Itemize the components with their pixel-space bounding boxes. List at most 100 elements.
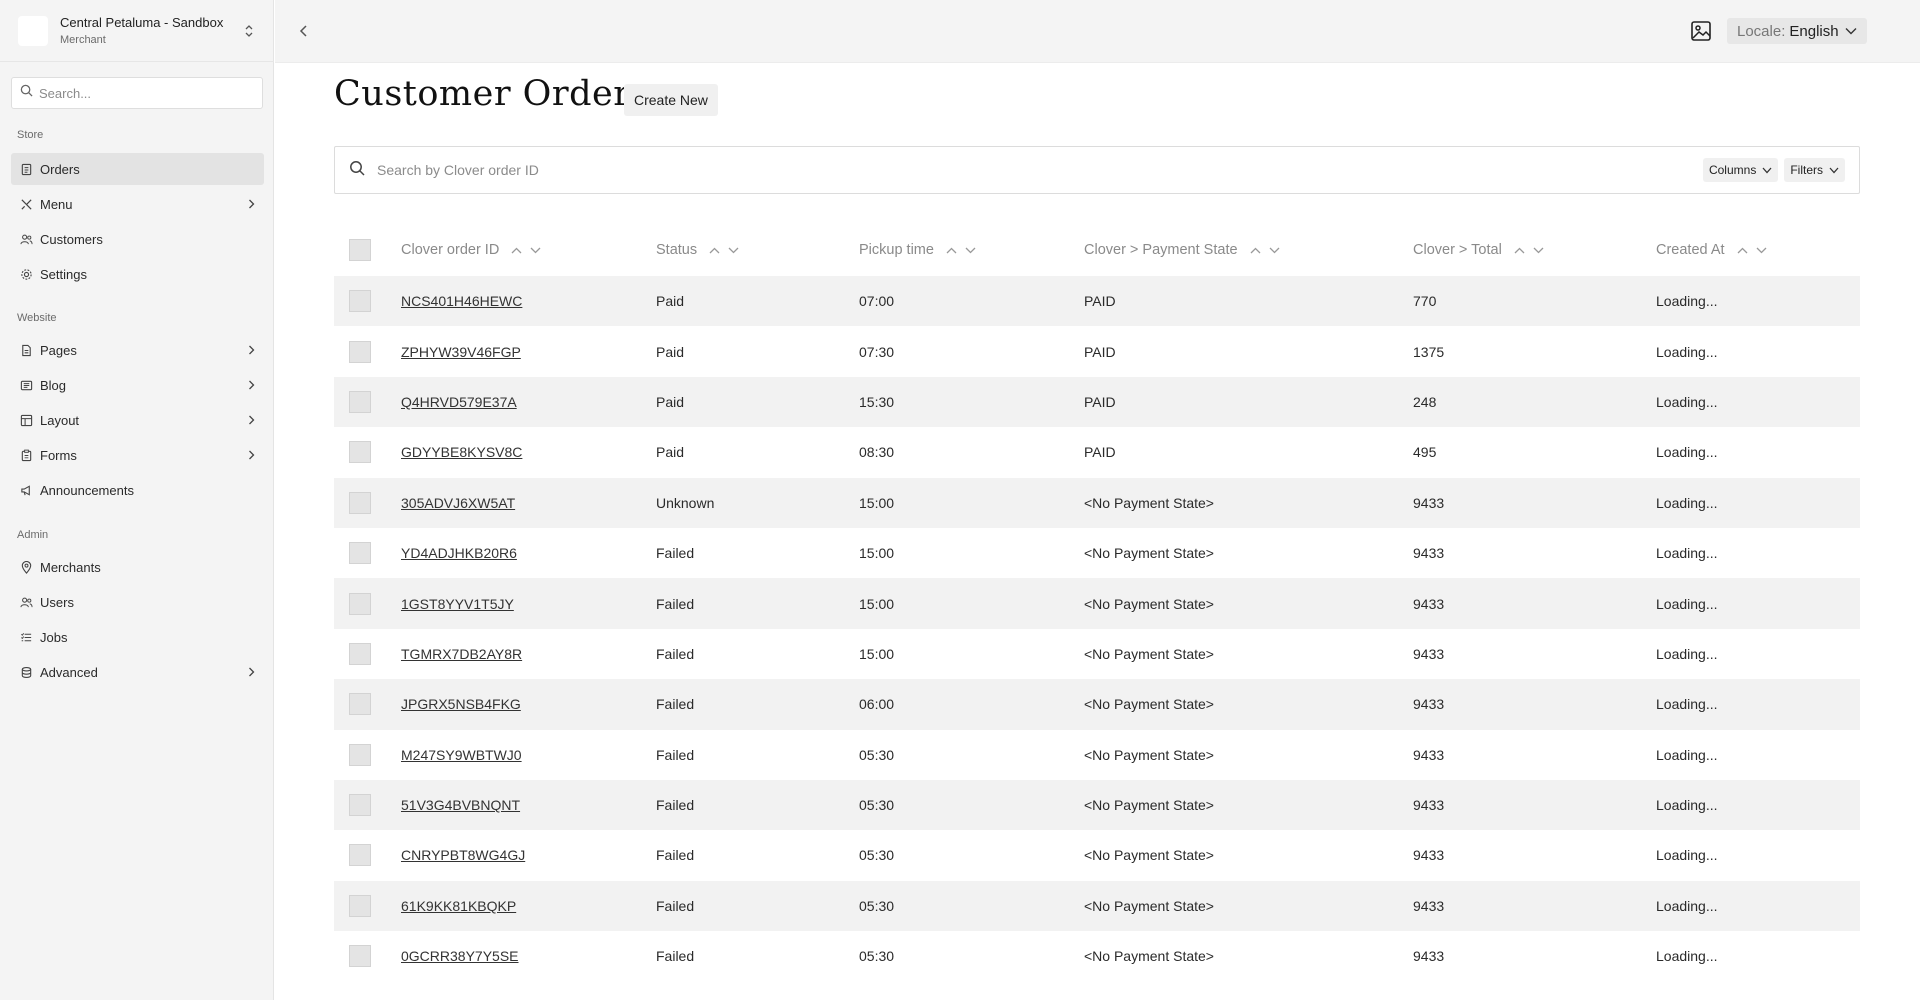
sort-ascending-icon[interactable] xyxy=(1737,247,1748,254)
sidebar-item-announcements[interactable]: Announcements xyxy=(11,474,264,506)
row-checkbox[interactable] xyxy=(349,894,371,917)
cell-clover-order-id[interactable]: NCS401H46HEWC xyxy=(401,293,522,309)
sidebar-item-blog[interactable]: Blog xyxy=(11,369,264,401)
row-checkbox[interactable] xyxy=(349,743,371,766)
table-row[interactable]: NCS401H46HEWC Paid 07:00 PAID 770 Loading... xyxy=(334,276,1860,327)
cell-status: Paid xyxy=(656,293,685,310)
sidebar-item-orders[interactable]: Orders xyxy=(11,153,264,185)
table-row[interactable]: YD4ADJHKB20R6 Failed 15:00 <No Payment Stat… xyxy=(334,528,1860,578)
sort-ascending-icon[interactable] xyxy=(709,247,720,254)
cell-clover-order-id[interactable]: CNRYPBT8WG4GJ xyxy=(401,847,525,863)
row-checkbox[interactable] xyxy=(349,390,371,413)
sidebar-item-jobs[interactable]: Jobs xyxy=(11,621,264,653)
sort-descending-icon[interactable] xyxy=(1269,247,1280,254)
column-header-total[interactable]: Clover > Total xyxy=(1413,224,1552,276)
row-checkbox[interactable] xyxy=(349,693,371,716)
table-row[interactable]: 0GCRR38Y7Y5SE Failed 05:30 <No Payment Stat… xyxy=(334,931,1860,981)
column-header-status[interactable]: Status xyxy=(656,224,747,276)
sidebar-item-merchants[interactable]: Merchants xyxy=(11,551,264,583)
row-checkbox[interactable] xyxy=(349,340,371,363)
order-search[interactable]: Columns Filters xyxy=(334,146,1860,194)
sidebar-item-settings[interactable]: Settings xyxy=(11,258,264,290)
cell-clover-order-id[interactable]: TGMRX7DB2AY8R xyxy=(401,646,522,662)
filters-button[interactable]: Filters xyxy=(1784,158,1845,182)
table-row[interactable]: ZPHYW39V46FGP Paid 07:30 PAID 1375 Loading... xyxy=(334,326,1860,376)
row-checkbox[interactable] xyxy=(349,592,371,615)
column-header-pickup-time[interactable]: Pickup time xyxy=(859,224,984,276)
megaphone-icon xyxy=(19,483,33,497)
table-row[interactable]: 51V3G4BVBNQNT Failed 05:30 <No Payment Stat… xyxy=(334,779,1860,831)
row-checkbox[interactable] xyxy=(349,491,371,514)
sidebar-item-label: Layout xyxy=(40,412,80,428)
chevron-up-down-icon[interactable] xyxy=(242,21,256,41)
sort-descending-icon[interactable] xyxy=(1533,247,1544,254)
sort-descending-icon[interactable] xyxy=(965,247,976,254)
sidebar-search[interactable] xyxy=(11,77,263,109)
columns-button[interactable]: Columns xyxy=(1702,158,1779,182)
cell-payment-state: <No Payment State> xyxy=(1084,545,1214,562)
row-checkbox[interactable] xyxy=(349,794,371,817)
sidebar-item-advanced[interactable]: Advanced xyxy=(11,656,264,688)
cell-clover-order-id[interactable]: Q4HRVD579E37A xyxy=(401,394,517,410)
cell-clover-order-id[interactable]: 1GST8YYV1T5JY xyxy=(401,596,514,612)
cell-pickup-time: 08:30 xyxy=(859,444,895,461)
sidebar: Central Petaluma - Sandbox Merchant Stor… xyxy=(0,0,274,1000)
sidebar-item-users[interactable]: Users xyxy=(11,586,264,618)
merchant-switcher[interactable]: Central Petaluma - Sandbox Merchant xyxy=(0,0,274,62)
table-row[interactable]: TGMRX7DB2AY8R Failed 15:00 <No Payment Stat… xyxy=(334,629,1860,679)
cell-clover-order-id[interactable]: JPGRX5NSB4FKG xyxy=(401,696,521,712)
sidebar-item-pages[interactable]: Pages xyxy=(11,334,264,366)
sidebar-item-layout[interactable]: Layout xyxy=(11,404,264,436)
cell-clover-order-id[interactable]: 0GCRR38Y7Y5SE xyxy=(401,948,519,964)
select-all-checkbox[interactable] xyxy=(349,239,371,261)
locale-select[interactable]: Locale: English xyxy=(1727,18,1867,44)
table-row[interactable]: M247SY9WBTWJ0 Failed 05:30 <No Payment Stat… xyxy=(334,730,1860,780)
cell-clover-order-id[interactable]: 61K9KK81KBQKP xyxy=(401,898,516,914)
create-new-button[interactable]: Create New xyxy=(624,84,718,116)
cell-clover-order-id[interactable]: ZPHYW39V46FGP xyxy=(401,344,521,360)
cell-created-at: Loading... xyxy=(1656,897,1718,914)
sidebar-item-menu[interactable]: Menu xyxy=(11,188,264,220)
sidebar-item-forms[interactable]: Forms xyxy=(11,439,264,471)
image-icon[interactable] xyxy=(1689,19,1713,43)
sidebar-item-label: Merchants xyxy=(40,559,101,575)
chevron-down-icon xyxy=(1845,27,1857,35)
back-button[interactable] xyxy=(295,22,313,40)
cell-clover-order-id[interactable]: YD4ADJHKB20R6 xyxy=(401,545,517,561)
cell-clover-order-id[interactable]: GDYYBE8KYSV8C xyxy=(401,444,522,460)
cell-pickup-time: 15:30 xyxy=(859,393,895,410)
column-header-payment-state[interactable]: Clover > Payment State xyxy=(1084,224,1288,276)
sort-descending-icon[interactable] xyxy=(728,247,739,254)
column-header-created-at[interactable]: Created At xyxy=(1656,224,1775,276)
sort-descending-icon[interactable] xyxy=(530,247,541,254)
table-row[interactable]: GDYYBE8KYSV8C Paid 08:30 PAID 495 Loading... xyxy=(334,427,1860,477)
row-checkbox[interactable] xyxy=(349,441,371,464)
sort-ascending-icon[interactable] xyxy=(1514,247,1525,254)
row-checkbox[interactable] xyxy=(349,945,371,968)
table-row[interactable]: 1GST8YYV1T5JY Failed 15:00 <No Payment Stat… xyxy=(334,578,1860,629)
table-row[interactable]: JPGRX5NSB4FKG Failed 06:00 <No Payment Stat… xyxy=(334,679,1860,730)
sort-ascending-icon[interactable] xyxy=(946,247,957,254)
cell-total: 9433 xyxy=(1413,696,1445,713)
sidebar-item-customers[interactable]: Customers xyxy=(11,223,264,255)
sort-ascending-icon[interactable] xyxy=(1250,247,1261,254)
row-checkbox[interactable] xyxy=(349,844,371,867)
sidebar-search-input[interactable] xyxy=(39,85,254,101)
sort-ascending-icon[interactable] xyxy=(511,247,522,254)
table-row[interactable]: 61K9KK81KBQKP Failed 05:30 <No Payment Stat… xyxy=(334,880,1860,932)
cell-created-at: Loading... xyxy=(1656,847,1718,864)
sort-descending-icon[interactable] xyxy=(1756,247,1767,254)
table-row[interactable]: Q4HRVD579E37A Paid 15:30 PAID 248 Loading... xyxy=(334,376,1860,428)
table-row[interactable]: CNRYPBT8WG4GJ Failed 05:30 <No Payment Stat… xyxy=(334,830,1860,880)
cell-clover-order-id[interactable]: 305ADVJ6XW5AT xyxy=(401,495,515,511)
table-row[interactable]: 305ADVJ6XW5AT Unknown 15:00 <No Payment Sta… xyxy=(334,477,1860,528)
column-header-clover-order-id[interactable]: Clover order ID xyxy=(401,224,549,276)
order-search-input[interactable] xyxy=(377,162,1697,178)
cell-payment-state: PAID xyxy=(1084,393,1116,410)
cell-created-at: Loading... xyxy=(1656,595,1718,612)
cell-clover-order-id[interactable]: 51V3G4BVBNQNT xyxy=(401,797,520,813)
row-checkbox[interactable] xyxy=(349,642,371,665)
cell-clover-order-id[interactable]: M247SY9WBTWJ0 xyxy=(401,747,522,763)
row-checkbox[interactable] xyxy=(349,290,371,313)
row-checkbox[interactable] xyxy=(349,542,371,565)
